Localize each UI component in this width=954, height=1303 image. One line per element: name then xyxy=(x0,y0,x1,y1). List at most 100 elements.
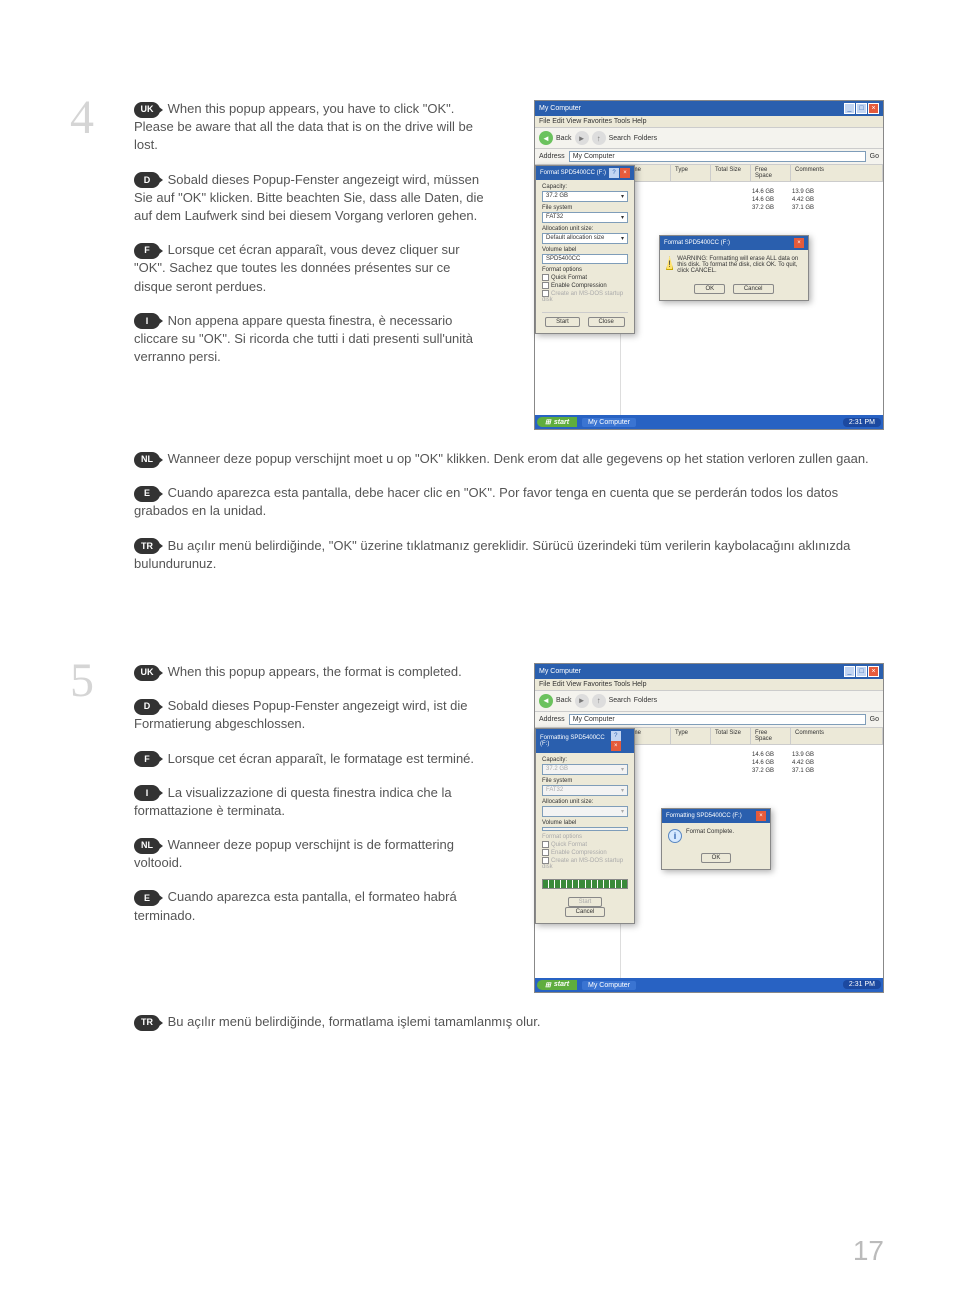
lang-badge-uk: UK xyxy=(134,665,160,681)
taskbar-item[interactable]: My Computer xyxy=(582,418,636,427)
drive-list: 14.6 GB13.9 GB 14.6 GB4.42 GB 37.2 GB37.… xyxy=(621,182,883,218)
toolbar: ◄ Back ► ↑ Search Folders xyxy=(535,691,883,712)
lang-badge-d: D xyxy=(134,699,160,715)
info-icon: i xyxy=(668,829,682,843)
lang-badge-e: E xyxy=(134,486,160,502)
alloc-select[interactable]: Default allocation size▾ xyxy=(542,233,628,244)
taskbar-item[interactable]: My Computer xyxy=(582,981,636,990)
complete-text: Format Complete. xyxy=(686,829,734,835)
menubar[interactable]: File Edit View Favorites Tools Help xyxy=(535,116,883,128)
address-label: Address xyxy=(539,716,565,723)
ok-button[interactable]: OK xyxy=(701,853,732,863)
ok-button[interactable]: OK xyxy=(694,284,725,294)
search-label[interactable]: Search xyxy=(609,135,631,142)
lang-badge-f: F xyxy=(134,243,160,259)
alloc-select: ▾ xyxy=(542,806,628,817)
volume-label-input xyxy=(542,827,628,831)
list-row: 14.6 GB13.9 GB xyxy=(627,188,877,196)
forward-icon[interactable]: ► xyxy=(575,694,589,708)
chevron-down-icon: ▾ xyxy=(621,808,624,815)
system-tray[interactable]: 2:31 PM xyxy=(843,418,881,427)
close-icon[interactable]: × xyxy=(611,741,621,751)
system-tray[interactable]: 2:31 PM xyxy=(843,980,881,989)
step-number: 4 xyxy=(70,94,110,142)
back-label: Back xyxy=(556,135,572,142)
dialog-title: Format SPD5400CC (F:) ?× xyxy=(536,166,634,180)
go-button[interactable]: Go xyxy=(870,153,879,160)
window-titlebar: My Computer _ □ × xyxy=(535,664,883,679)
minimize-icon[interactable]: _ xyxy=(844,103,855,114)
volume-label-input[interactable]: SPD5400CC xyxy=(542,254,628,264)
start-button[interactable]: ⊞start xyxy=(537,980,577,990)
drive-list: 14.6 GB13.9 GB 14.6 GB4.42 GB 37.2 GB37.… xyxy=(621,745,883,781)
screenshot-step4: My Computer _ □ × File Edit View Favorit… xyxy=(534,100,884,430)
go-button[interactable]: Go xyxy=(870,716,879,723)
complete-dialog: Formatting SPD5400CC (F:) × i Format Com… xyxy=(661,808,771,870)
cancel-button[interactable]: Cancel xyxy=(733,284,774,294)
help-icon[interactable]: ? xyxy=(611,731,621,741)
folders-label[interactable]: Folders xyxy=(634,135,657,142)
msdos-checkbox xyxy=(542,857,549,864)
quick-format-checkbox[interactable] xyxy=(542,274,549,281)
step5-e-text: Cuando aparezca esta pantalla, el format… xyxy=(134,889,457,922)
taskbar: ⊞start My Computer 2:31 PM xyxy=(535,415,883,429)
step5-d-text: Sobald dieses Popup-Fenster angezeigt wi… xyxy=(134,698,468,731)
lang-badge-uk: UK xyxy=(134,102,160,118)
step4-i-text: Non appena appare questa finestra, è nec… xyxy=(134,313,473,364)
msdos-checkbox xyxy=(542,290,549,297)
capacity-select[interactable]: 37.2 GB▾ xyxy=(542,191,628,202)
lang-badge-nl: NL xyxy=(134,452,160,468)
close-icon[interactable]: × xyxy=(794,238,804,248)
address-input[interactable]: My Computer xyxy=(569,714,866,725)
toolbar: ◄ Back ► ↑ Search Folders xyxy=(535,128,883,149)
compression-checkbox[interactable] xyxy=(542,282,549,289)
lang-badge-i: I xyxy=(134,313,160,329)
compression-checkbox xyxy=(542,849,549,856)
lang-badge-tr: TR xyxy=(134,1015,160,1031)
filesystem-select[interactable]: FAT32▾ xyxy=(542,212,628,223)
start-button[interactable]: Start xyxy=(545,317,580,327)
back-icon[interactable]: ◄ xyxy=(539,694,553,708)
close-icon[interactable]: × xyxy=(868,103,879,114)
warning-text: WARNING: Formatting will erase ALL data … xyxy=(677,256,802,274)
formatting-dialog: Formatting SPD5400CC (F:) ?× Capacity:37… xyxy=(535,728,635,924)
address-input[interactable]: My Computer xyxy=(569,151,866,162)
window-title: My Computer xyxy=(539,668,581,675)
help-icon[interactable]: ? xyxy=(609,168,619,178)
window-title: My Computer xyxy=(539,105,581,112)
menubar[interactable]: File Edit View Favorites Tools Help xyxy=(535,679,883,691)
folders-label[interactable]: Folders xyxy=(634,697,657,704)
step5-i-text: La visualizzazione di questa finestra in… xyxy=(134,785,452,818)
progress-bar xyxy=(542,879,628,889)
close-icon[interactable]: × xyxy=(620,168,630,178)
start-button[interactable]: ⊞start xyxy=(537,417,577,427)
step5-uk-text: When this popup appears, the format is c… xyxy=(168,664,462,679)
back-icon[interactable]: ◄ xyxy=(539,131,553,145)
forward-icon[interactable]: ► xyxy=(575,131,589,145)
capacity-select: 37.2 GB▾ xyxy=(542,764,628,775)
close-icon[interactable]: × xyxy=(868,666,879,677)
dialog-title: Formatting SPD5400CC (F:) × xyxy=(662,809,770,823)
warning-dialog: Format SPD5400CC (F:) × ! WARNING: Forma… xyxy=(659,235,809,301)
maximize-icon[interactable]: □ xyxy=(856,666,867,677)
up-icon[interactable]: ↑ xyxy=(592,694,606,708)
windows-icon: ⊞ xyxy=(545,418,551,426)
search-label[interactable]: Search xyxy=(609,697,631,704)
window-titlebar: My Computer _ □ × xyxy=(535,101,883,116)
lang-badge-e: E xyxy=(134,890,160,906)
step4-nl-text: Wanneer deze popup verschijnt moet u op … xyxy=(168,451,869,466)
warning-icon: ! xyxy=(666,256,673,270)
close-button[interactable]: Close xyxy=(588,317,625,327)
step4-tr-text: Bu açılır menü belirdiğinde, "OK" üzerin… xyxy=(134,538,850,571)
chevron-down-icon: ▾ xyxy=(621,214,624,221)
dialog-title: Format SPD5400CC (F:) × xyxy=(660,236,808,250)
cancel-button[interactable]: Cancel xyxy=(565,907,606,917)
format-options-label: Format options xyxy=(542,267,628,273)
list-row: 14.6 GB13.9 GB xyxy=(627,751,877,759)
up-icon[interactable]: ↑ xyxy=(592,131,606,145)
maximize-icon[interactable]: □ xyxy=(856,103,867,114)
step5-nl-text: Wanneer deze popup verschijnt is de form… xyxy=(134,837,454,870)
close-icon[interactable]: × xyxy=(756,811,766,821)
minimize-icon[interactable]: _ xyxy=(844,666,855,677)
step4-uk-text: When this popup appears, you have to cli… xyxy=(134,101,473,152)
